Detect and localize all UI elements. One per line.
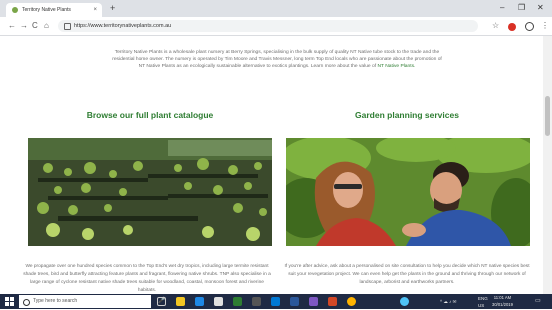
word-icon[interactable] xyxy=(290,297,299,306)
native-plants-link[interactable]: NT Native Plants. xyxy=(377,64,415,69)
bookmark-star-icon[interactable]: ☆ xyxy=(492,20,499,32)
catalogue-heading[interactable]: Browse our full plant catalogue xyxy=(30,110,270,120)
intro-paragraph: Territory Native Plants is a wholesale p… xyxy=(112,49,442,71)
new-tab-button[interactable]: + xyxy=(110,2,115,14)
edge-browser-icon[interactable] xyxy=(195,297,204,306)
profile-icon[interactable] xyxy=(525,22,534,31)
tray-icons[interactable]: ^ ☁ ♪ ✉ xyxy=(440,294,456,309)
task-view-icon[interactable] xyxy=(157,297,166,306)
browser-tab-active[interactable]: Territory Native Plants × xyxy=(6,3,102,17)
catalogue-description: We propagate over one hundred species co… xyxy=(23,263,271,293)
app-icon-1[interactable] xyxy=(252,297,261,306)
consultation-photo[interactable] xyxy=(286,138,530,246)
web-page: Territory Native Plants is a wholesale p… xyxy=(0,36,552,294)
search-icon xyxy=(23,298,30,306)
store-icon[interactable] xyxy=(214,297,223,306)
powerpoint-icon[interactable] xyxy=(328,297,337,306)
nursery-photo[interactable] xyxy=(28,138,272,246)
site-favicon-icon xyxy=(12,7,18,13)
excel-icon[interactable] xyxy=(233,297,242,306)
garden-planning-heading[interactable]: Garden planning services xyxy=(287,110,527,120)
lock-icon xyxy=(64,23,71,30)
scrollbar-thumb[interactable] xyxy=(545,96,550,136)
address-bar[interactable]: https://www.territorynativeplants.com.au xyxy=(58,20,478,32)
browser-tab-strip: Territory Native Plants × + – ❐ ✕ xyxy=(0,0,552,17)
notifications-icon[interactable]: ▭ xyxy=(535,294,541,309)
back-button[interactable]: ← xyxy=(8,20,16,32)
language-indicator[interactable]: ENG US xyxy=(478,295,488,310)
minimize-button[interactable]: – xyxy=(500,2,504,14)
language-code: ENG xyxy=(478,296,488,301)
tab-title: Territory Native Plants xyxy=(22,7,71,13)
browser-toolbar: ← → C ⌂ https://www.territorynativeplant… xyxy=(0,17,552,36)
planning-description: If you're after advice, ask about a pers… xyxy=(284,263,530,285)
address-url[interactable]: https://www.territorynativeplants.com.au xyxy=(74,20,171,32)
page-scrollbar[interactable] xyxy=(543,36,552,294)
extension-icon[interactable] xyxy=(508,23,516,31)
windows-taskbar: Type here to search 🎤 ^ ☁ ♪ ✉ ENG US 11:… xyxy=(0,294,552,309)
clock-date: 30/01/2019 xyxy=(492,301,513,307)
system-clock[interactable]: 11:01 AM 30/01/2019 xyxy=(492,295,513,308)
home-button[interactable]: ⌂ xyxy=(44,20,49,32)
file-explorer-icon[interactable] xyxy=(176,297,185,306)
taskbar-search-box[interactable]: Type here to search 🎤 xyxy=(19,295,165,308)
forward-button[interactable]: → xyxy=(20,20,28,32)
chrome-icon[interactable] xyxy=(347,297,356,306)
browser-menu-icon[interactable]: ⋮ xyxy=(541,20,549,32)
onenote-icon[interactable] xyxy=(309,297,318,306)
maximize-button[interactable]: ❐ xyxy=(518,2,525,14)
tray-app-icon[interactable] xyxy=(400,297,409,306)
clock-time: 11:01 AM xyxy=(493,295,512,300)
outlook-icon[interactable] xyxy=(271,297,280,306)
close-window-button[interactable]: ✕ xyxy=(537,2,544,14)
region-code: US xyxy=(478,303,485,308)
taskbar-search-placeholder: Type here to search xyxy=(33,298,78,304)
windows-start-icon[interactable] xyxy=(5,297,14,306)
reload-button[interactable]: C xyxy=(32,20,38,32)
tab-close-icon[interactable]: × xyxy=(93,3,97,17)
